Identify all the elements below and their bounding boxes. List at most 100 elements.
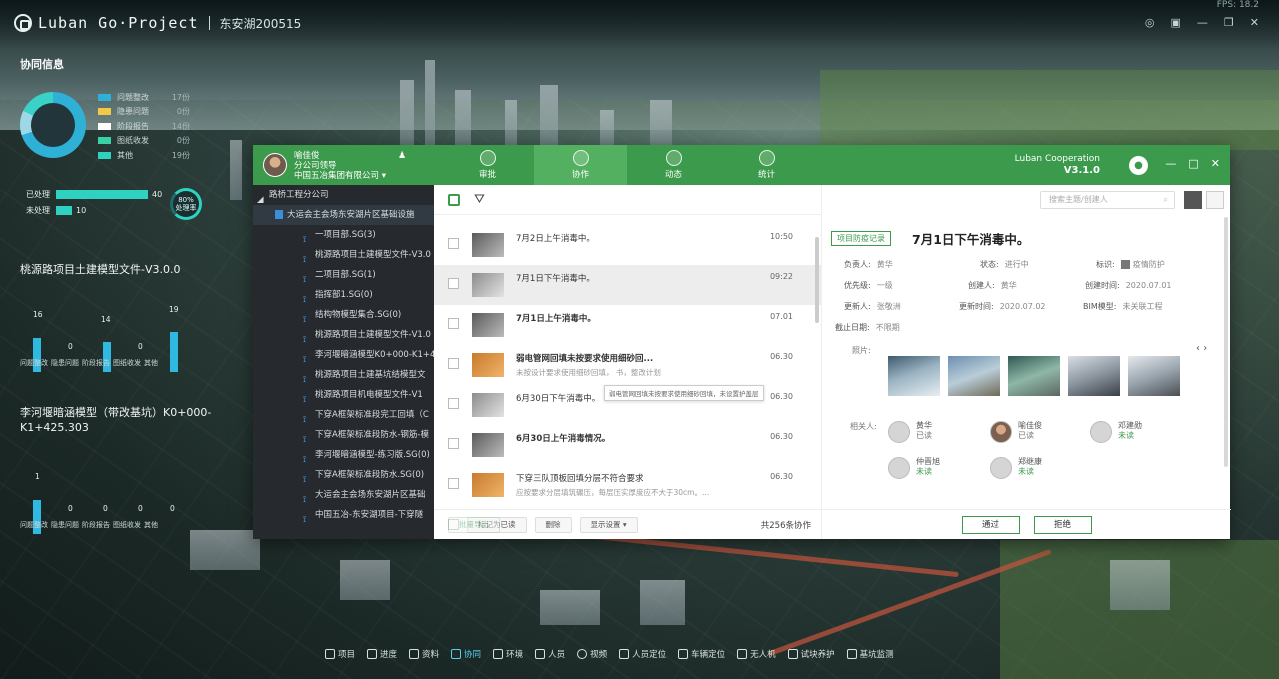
chevron-right-icon[interactable]: › [1203, 343, 1207, 354]
tree-item[interactable]: ⟟ 二项目部.SG(1) [253, 265, 434, 285]
tree-item[interactable]: ⟟ 结构物模型集合.SG(0) [253, 305, 434, 325]
reject-button[interactable]: 拒绝 [1033, 515, 1092, 534]
row-subtitle: 应按要求分层填筑碾压，每层压实厚度应不大于30cm。... [516, 488, 710, 497]
person-name: 仲晋旭 [916, 457, 940, 466]
search-input[interactable]: 搜索主题/创建人 [1040, 191, 1175, 209]
module-vehicle-location[interactable]: 车辆定位 [678, 648, 725, 660]
building [640, 580, 685, 625]
photo-thumbnail[interactable] [948, 356, 1000, 396]
row-checkbox[interactable] [448, 478, 459, 489]
delete-button[interactable]: 删除 [534, 516, 572, 533]
tree-label: 桃源路项目土建基坑结模型文 [315, 370, 426, 380]
approve-button[interactable]: 通过 [961, 515, 1020, 534]
row-checkbox[interactable] [448, 318, 459, 329]
list-item[interactable]: 6月30日上午消毒情况。 06.30 [434, 425, 821, 465]
top-bar: Luban Go·Project 东安湖200515 FPS: 18.2 ◎ ▣… [0, 0, 1279, 50]
batch-export-button[interactable]: 批量导出 [448, 516, 500, 533]
user-company[interactable]: 中国五冶集团有限公司 ▾ [294, 171, 386, 181]
row-checkbox[interactable] [448, 358, 459, 369]
tree-label: 指挥部1.SG(0) [315, 290, 373, 300]
photo-thumbnail[interactable] [1008, 356, 1060, 396]
processed-label: 已处理 [26, 189, 50, 199]
row-checkbox[interactable] [448, 398, 459, 409]
minimize-icon[interactable]: — [1197, 16, 1208, 29]
process-bars: 已处理 40 未处理 10 [26, 186, 162, 218]
settings-icon[interactable]: ◎ [1145, 16, 1155, 29]
module-curing[interactable]: 试块养护 [787, 648, 835, 660]
user-switch-icon[interactable]: ♟ [398, 151, 406, 161]
maximize-icon[interactable]: □ [1188, 157, 1198, 170]
module-documents[interactable]: 资料 [409, 648, 439, 660]
user-card[interactable]: 喻佳俊 分公司领导 中国五冶集团有限公司 ▾ [263, 151, 386, 181]
restore-icon[interactable]: ❐ [1224, 16, 1234, 29]
category-label: 其他 [144, 521, 158, 529]
select-all-icon[interactable] [448, 193, 460, 206]
tree-item[interactable]: ⟟ 桃源路项目土建模型文件-V1.0 [253, 325, 434, 345]
close-icon[interactable]: ✕ [1250, 16, 1259, 29]
person-name: 喻佳俊 [1018, 421, 1042, 430]
detail-scrollbar[interactable] [1224, 217, 1228, 467]
tree-item[interactable]: ⟟ 中国五冶-东安湖项目-下穿隧 [253, 505, 434, 525]
display-settings-select[interactable]: 显示设置 [579, 516, 638, 533]
row-checkbox[interactable] [448, 278, 459, 289]
tree-item[interactable]: ⟟ 桃源路项目机电模型文件-V1 [253, 385, 434, 405]
field-label: 更新时间: [959, 302, 994, 311]
field-label: 更新人: [844, 302, 871, 311]
legend-item: 问题整改 17份 [98, 90, 190, 105]
tab-approval[interactable]: 审批 [441, 145, 534, 185]
tree-item[interactable]: ⟟ 桃源路项目土建模型文件-V3.0 [253, 245, 434, 265]
chevron-left-icon[interactable]: ‹ [1196, 343, 1200, 354]
module-video[interactable]: 视频 [577, 648, 607, 660]
close-icon[interactable]: ✕ [1211, 157, 1220, 170]
building [540, 85, 558, 145]
list-view-icon[interactable] [1184, 191, 1202, 209]
module-label: 环境 [506, 650, 524, 660]
list-item[interactable]: 弱电管网回填未按要求使用细砂回... 未按设计要求使用细砂回填， 书，整改计划 … [434, 345, 821, 401]
tab-collaboration[interactable]: 协作 [534, 145, 627, 185]
list-item[interactable]: 7月2日上午消毒中。 10:50 [434, 225, 821, 265]
photo-thumbnail[interactable] [1128, 356, 1180, 396]
tree-label: 大运会主会场东安湖片区基础设施 [287, 210, 415, 220]
minimize-icon[interactable]: — [1165, 157, 1176, 170]
list-item[interactable]: 7月1日上午消毒中。 07.01 [434, 305, 821, 345]
chat-icon[interactable]: ● [1129, 156, 1148, 175]
tab-activity[interactable]: 动态 [627, 145, 720, 185]
tree-item[interactable]: ⟟ 大运会主会场东安湖片区基础 [253, 485, 434, 505]
module-pit-monitoring[interactable]: 基坑监测 [846, 648, 894, 660]
tree-item[interactable]: ⟟ 桃源路项目土建基坑结模型文 [253, 365, 434, 385]
tree-root[interactable]: ◢ 路桥工程分公司 [253, 185, 434, 205]
field-label: 负责人: [844, 260, 871, 269]
tree-item[interactable]: ⟟ 李河堰暗涵模型K0+000-K1+4 [253, 345, 434, 365]
tree-item[interactable]: ⟟ 一项目部.SG(3) [253, 225, 434, 245]
legend-item: 阶段报告 14份 [98, 119, 190, 134]
module-personnel[interactable]: 人员 [535, 648, 565, 660]
module-person-location[interactable]: 人员定位 [619, 648, 666, 660]
module-drone[interactable]: 无人机 [737, 648, 776, 660]
list-item[interactable]: 7月1日下午消毒中。 09:22 [434, 265, 821, 305]
tree-item[interactable]: ⟟ 李河堰暗涵模型-练习版.SG(0) [253, 445, 434, 465]
split-view-icon[interactable] [1206, 191, 1224, 209]
activity-icon [665, 150, 682, 166]
tree-item[interactable]: ⟟ 下穿A框架标准段防水.SG(0) [253, 465, 434, 485]
list-scrollbar[interactable] [815, 237, 819, 323]
row-title: 弱电管网回填未按要求使用细砂回... [516, 354, 654, 364]
filter-icon[interactable]: ⛛ [474, 192, 485, 207]
module-progress[interactable]: 进度 [367, 648, 397, 660]
row-checkbox[interactable] [448, 438, 459, 449]
screenshot-icon[interactable]: ▣ [1171, 16, 1181, 29]
photo-thumbnail[interactable] [888, 356, 940, 396]
module-project[interactable]: 项目 [325, 648, 355, 660]
window-controls: ◎ ▣ — ❐ ✕ [1145, 16, 1259, 29]
tree-project[interactable]: 大运会主会场东安湖片区基础设施 [253, 205, 434, 225]
module-environment[interactable]: 环境 [493, 648, 523, 660]
legend-label: 阶段报告 [117, 121, 149, 131]
tree-item[interactable]: ⟟ 下穿A框架标准段防水-钢筋-模 [253, 425, 434, 445]
photo-thumbnail[interactable] [1068, 356, 1120, 396]
model2-bar-chart: 1 0 0 0 0 问题整改 隐患问题 阶段报告 图纸收发 其他 [20, 462, 200, 552]
module-collaboration[interactable]: 协同 [451, 648, 481, 660]
list-item[interactable]: 下穿三队顶板回填分层不符合要求 应按要求分层填筑碾压，每层压实厚度应不大于30c… [434, 465, 821, 505]
row-checkbox[interactable] [448, 238, 459, 249]
tab-statistics[interactable]: 统计 [720, 145, 813, 185]
tree-item[interactable]: ⟟ 指挥部1.SG(0) [253, 285, 434, 305]
tree-item[interactable]: ⟟ 下穿A框架标准段完工回填（C [253, 405, 434, 425]
